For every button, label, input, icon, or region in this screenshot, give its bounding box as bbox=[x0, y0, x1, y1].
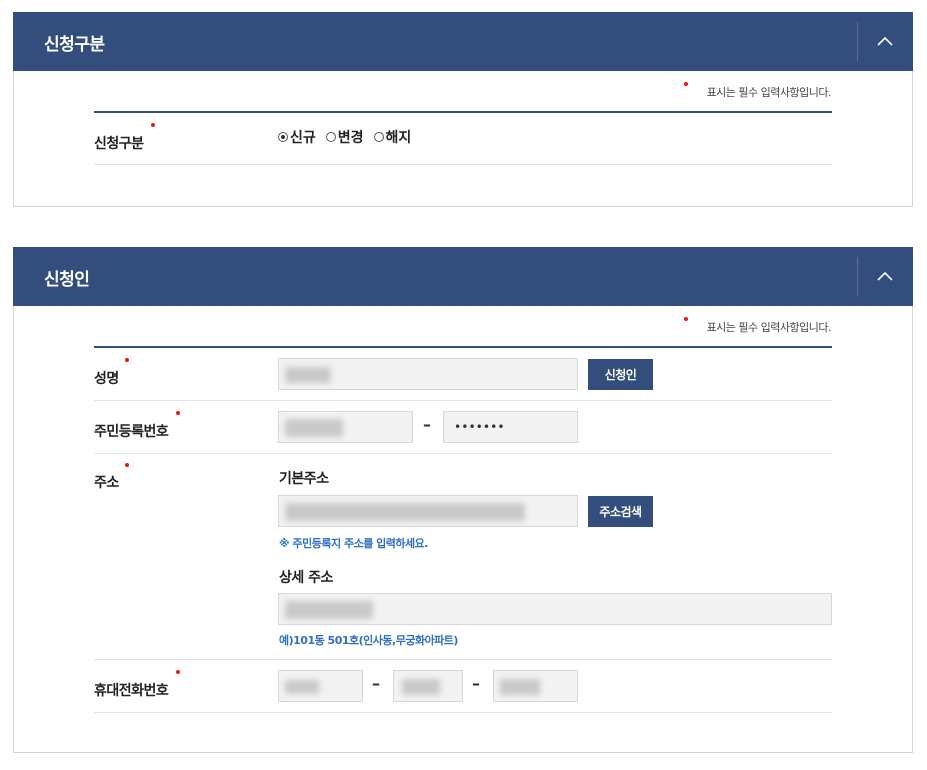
required-dot bbox=[176, 670, 180, 674]
detail-address-input[interactable] bbox=[278, 593, 832, 625]
basic-address-redacted bbox=[285, 503, 525, 521]
phone-last-redacted bbox=[500, 679, 540, 695]
name-label: 성명 bbox=[94, 371, 119, 387]
applicant-panel: 신청인 표시는 필수 입력사항입니다. 성명 신청인 주민등록번호 – ••••… bbox=[13, 247, 913, 753]
phone-first-redacted bbox=[285, 680, 319, 694]
applicant-header: 신청인 bbox=[13, 247, 913, 306]
radio-new-label: 신규 bbox=[290, 130, 316, 146]
rrn-back-input[interactable]: ••••••• bbox=[443, 411, 578, 443]
required-dot bbox=[125, 463, 129, 467]
phone-middle-input[interactable] bbox=[393, 670, 463, 702]
radio-cancel-indicator[interactable] bbox=[373, 132, 384, 142]
radio-new[interactable]: 신규 bbox=[278, 127, 316, 147]
applicant-button[interactable]: 신청인 bbox=[588, 359, 653, 390]
required-dot bbox=[176, 411, 180, 415]
row-divider bbox=[94, 659, 832, 660]
detail-address-redacted bbox=[285, 601, 373, 619]
address-label: 주소 bbox=[94, 475, 119, 491]
address-search-button[interactable]: 주소검색 bbox=[588, 496, 653, 527]
application-type-panel: 신청구분 표시는 필수 입력사항입니다. 신청구분 신규 변경 해지 bbox=[13, 12, 913, 207]
detail-address-label: 상세 주소 bbox=[279, 570, 333, 586]
form-top-border bbox=[94, 346, 832, 348]
row-divider bbox=[94, 712, 832, 713]
row-divider bbox=[94, 400, 832, 401]
required-dot bbox=[151, 123, 155, 127]
required-note: 표시는 필수 입력사항입니다. bbox=[706, 321, 832, 334]
application-type-title: 신청구분 bbox=[44, 35, 105, 55]
required-note: 표시는 필수 입력사항입니다. bbox=[706, 86, 832, 99]
phone-separator-2: – bbox=[472, 674, 480, 693]
applicant-title: 신청인 bbox=[44, 270, 90, 290]
radio-change[interactable]: 변경 bbox=[325, 127, 364, 147]
phone-label: 휴대전화번호 bbox=[94, 683, 169, 699]
rrn-separator: – bbox=[423, 415, 431, 434]
rrn-label: 주민등록번호 bbox=[94, 424, 169, 440]
radio-cancel[interactable]: 해지 bbox=[373, 127, 412, 147]
basic-address-label: 기본주소 bbox=[279, 471, 329, 487]
row-divider bbox=[94, 164, 832, 165]
required-dot bbox=[684, 317, 688, 321]
application-type-label: 신청구분 bbox=[94, 136, 144, 152]
chevron-up-icon bbox=[877, 272, 893, 281]
row-divider bbox=[94, 453, 832, 454]
detail-address-hint: 예)101동 501호(인사동,무궁화아파트) bbox=[279, 634, 458, 647]
name-input[interactable] bbox=[278, 358, 578, 390]
radio-cancel-label: 해지 bbox=[385, 130, 412, 146]
rrn-front-input[interactable] bbox=[278, 411, 413, 443]
application-type-header: 신청구분 bbox=[13, 12, 913, 71]
phone-last-input[interactable] bbox=[493, 670, 578, 702]
required-dot bbox=[684, 82, 688, 86]
basic-address-hint: ※ 주민등록지 주소를 입력하세요. bbox=[279, 537, 428, 550]
required-dot bbox=[125, 358, 129, 362]
phone-separator-1: – bbox=[372, 674, 380, 693]
form-top-border bbox=[94, 111, 832, 113]
phone-middle-redacted bbox=[402, 679, 440, 695]
radio-new-indicator[interactable] bbox=[278, 132, 288, 142]
collapse-application-type-button[interactable] bbox=[857, 22, 913, 61]
name-value-redacted bbox=[285, 367, 331, 383]
chevron-up-icon bbox=[877, 37, 893, 46]
collapse-applicant-button[interactable] bbox=[857, 257, 913, 296]
rrn-front-redacted bbox=[285, 419, 343, 437]
radio-change-indicator[interactable] bbox=[325, 132, 336, 142]
application-type-radio-group: 신규 변경 해지 bbox=[278, 127, 411, 147]
radio-change-label: 변경 bbox=[337, 130, 364, 146]
basic-address-input[interactable] bbox=[278, 495, 578, 527]
phone-first-input[interactable] bbox=[278, 670, 363, 702]
